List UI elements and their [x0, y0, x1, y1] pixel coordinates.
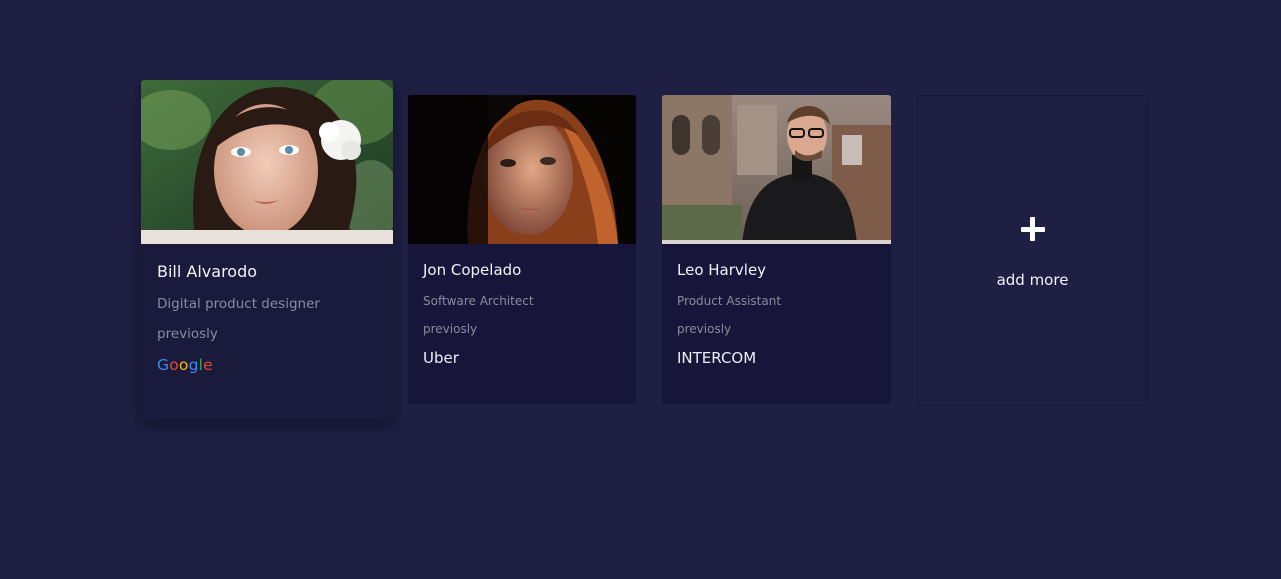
company-logo-google: Google — [157, 356, 377, 374]
add-more-button[interactable]: add more — [917, 95, 1148, 406]
add-more-label: add more — [996, 271, 1069, 289]
profile-card-bill-alvarodo[interactable]: Bill Alvarodo Digital product designer p… — [141, 80, 393, 420]
profile-role: Digital product designer — [157, 296, 320, 312]
red-haired-woman-photo — [408, 95, 636, 244]
profile-role: Product Assistant — [677, 294, 782, 308]
team-cards-view: Bill Alvarodo Digital product designer p… — [0, 0, 1281, 579]
profile-card-leo-harvley[interactable]: Leo Harvley Product Assistant previosly … — [662, 95, 891, 404]
logo-letter: g — [188, 356, 199, 374]
profile-card-jon-copelado[interactable]: Jon Copelado Software Architect previosl… — [408, 95, 636, 404]
logo-letter: e — [203, 356, 213, 374]
previously-label: previosly — [423, 322, 478, 336]
profile-name: Leo Harvley — [677, 261, 767, 279]
profile-photo — [408, 95, 636, 244]
profile-name: Bill Alvarodo — [157, 262, 258, 281]
profile-role: Software Architect — [423, 294, 534, 308]
logo-letter: G — [157, 356, 170, 374]
previously-label: previosly — [157, 326, 218, 342]
plus-icon — [1020, 217, 1045, 241]
profile-name: Jon Copelado — [423, 261, 522, 279]
previous-company: Uber — [423, 349, 459, 367]
logo-letter: o — [169, 356, 179, 374]
previous-company: INTERCOM — [677, 349, 757, 367]
previously-label: previosly — [677, 322, 732, 336]
logo-letter: o — [178, 356, 189, 374]
profile-photo — [141, 80, 393, 244]
man-with-glasses-photo — [662, 95, 891, 244]
profile-photo — [662, 95, 891, 244]
woman-with-white-flower-photo — [141, 80, 393, 244]
